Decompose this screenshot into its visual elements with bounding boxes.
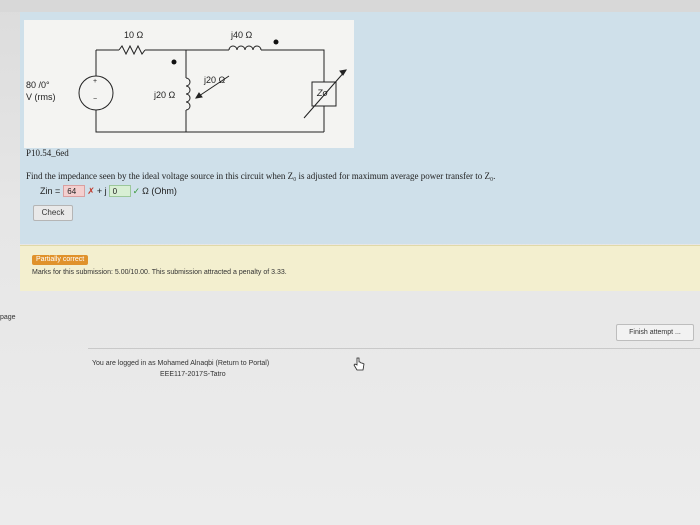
incorrect-icon: ✗ xyxy=(87,185,95,196)
status-badge: Partially correct xyxy=(32,255,89,265)
problem-id: P10.54_6ed xyxy=(26,148,69,158)
correct-icon: ✓ xyxy=(132,185,141,196)
load-label: Zo xyxy=(317,88,328,98)
check-button[interactable]: Check xyxy=(33,205,73,221)
answer-row: Zin = 64 ✗ + j 0 ✓ Ω (Ohm) xyxy=(40,183,177,199)
problem-text: Find the impedance seen by the ideal vol… xyxy=(26,171,496,181)
circuit-wires xyxy=(78,39,347,133)
circuit-diagram: 10 Ω j40 Ω j20 Ω j20 Ω 80 /0° V (rms) + … xyxy=(24,20,354,148)
finish-attempt-button[interactable]: Finish attempt ... xyxy=(616,324,694,341)
source-minus: − xyxy=(93,96,98,103)
dot-marker-2 xyxy=(273,39,279,45)
inductor-j40-label: j40 Ω xyxy=(231,30,253,40)
inductor-j20-left-label: j20 Ω xyxy=(154,90,176,100)
inductor-j20-right-label: j20 Ω xyxy=(204,75,226,85)
real-part-input[interactable]: 64 xyxy=(63,185,86,197)
course-link[interactable]: EEE117-2017S-Tatro xyxy=(160,371,226,378)
unit-label: Ω (Ohm) xyxy=(142,186,177,196)
footer-divider xyxy=(88,348,700,349)
plus-j-label: + j xyxy=(96,186,107,196)
login-info: You are logged in as Mohamed Alnaqbi (Re… xyxy=(92,360,270,367)
source-plus: + xyxy=(93,78,98,85)
source-unit-label: V (rms) xyxy=(26,92,56,102)
imag-part-input[interactable]: 0 xyxy=(108,185,131,197)
marks-text: Marks for this submission: 5.00/10.00. T… xyxy=(32,269,287,276)
page-label: page xyxy=(0,314,16,321)
dot-marker-1 xyxy=(171,59,177,65)
resistor-label: 10 Ω xyxy=(124,30,144,40)
source-value-label: 80 /0° xyxy=(26,80,50,90)
zin-label: Zin = xyxy=(40,186,61,196)
feedback-panel: Partially correct Marks for this submiss… xyxy=(20,245,700,291)
top-strip xyxy=(0,0,700,12)
hand-cursor-icon xyxy=(353,357,365,371)
